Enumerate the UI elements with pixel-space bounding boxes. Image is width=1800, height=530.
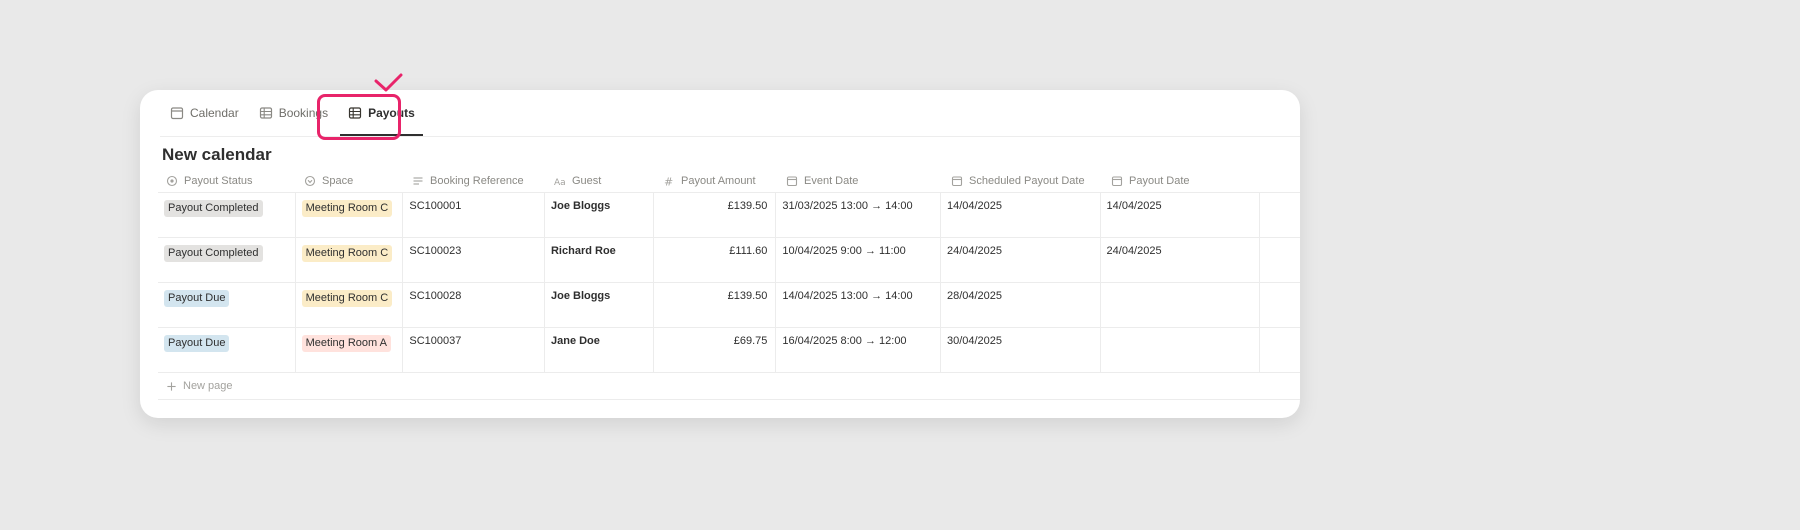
cell-payout-date[interactable] — [1101, 283, 1261, 327]
database-view-card: Calendar Bookings Payouts New calendar P… — [140, 90, 1300, 418]
cell-guest[interactable]: Joe Bloggs — [545, 283, 654, 327]
table-icon — [348, 107, 362, 119]
cell-space[interactable]: Meeting Room C — [296, 283, 404, 327]
column-header-booking-reference[interactable]: Booking Reference — [404, 170, 546, 192]
column-header-payout-status[interactable]: Payout Status — [158, 170, 296, 192]
cell-payout-status[interactable]: Payout Due — [158, 328, 296, 372]
cell-scheduled-payout-date[interactable]: 30/04/2025 — [941, 328, 1101, 372]
cell-space[interactable]: Meeting Room C — [296, 193, 404, 237]
cell-empty — [1260, 238, 1300, 282]
column-header-space[interactable]: Space — [296, 170, 404, 192]
cell-guest[interactable]: Richard Roe — [545, 238, 654, 282]
plus-icon — [167, 381, 176, 391]
cell-scheduled-payout-date[interactable]: 24/04/2025 — [941, 238, 1101, 282]
cell-payout-status[interactable]: Payout Due — [158, 283, 296, 327]
table-row[interactable]: Payout Completed Meeting Room C SC100023… — [158, 237, 1300, 282]
status-badge: Payout Due — [164, 335, 230, 352]
table-header: Payout Status Space Booking Reference Aa… — [158, 170, 1300, 192]
tab-label: Payouts — [368, 106, 415, 120]
space-tag: Meeting Room C — [301, 290, 393, 307]
payouts-table: Payout Status Space Booking Reference Aa… — [158, 170, 1300, 400]
cell-scheduled-payout-date[interactable]: 14/04/2025 — [941, 193, 1101, 237]
number-icon: # — [664, 176, 673, 188]
space-tag: Meeting Room C — [301, 200, 393, 217]
cell-payout-amount[interactable]: £69.75 — [654, 328, 777, 372]
status-badge: Payout Completed — [164, 200, 263, 217]
column-header-payout-date[interactable]: Payout Date — [1103, 170, 1263, 192]
cell-payout-date[interactable]: 24/04/2025 — [1101, 238, 1261, 282]
svg-text:Aa: Aa — [554, 178, 566, 187]
space-tag: Meeting Room A — [301, 335, 391, 352]
cell-event-date[interactable]: 31/03/2025 13:00 → 14:00 — [776, 193, 941, 237]
checkmark-icon — [374, 73, 403, 92]
status-icon — [166, 175, 178, 187]
cell-empty — [1260, 193, 1300, 237]
table-icon — [259, 107, 272, 119]
cell-space[interactable]: Meeting Room C — [296, 238, 404, 282]
cell-guest[interactable]: Joe Bloggs — [545, 193, 654, 237]
cell-booking-reference[interactable]: SC100023 — [403, 238, 545, 282]
tab-bookings[interactable]: Bookings — [249, 90, 338, 136]
tab-label: Calendar — [190, 106, 239, 120]
column-header-guest[interactable]: Aa Guest — [546, 170, 655, 192]
tab-payouts[interactable]: Payouts — [338, 90, 425, 136]
calendar-icon — [170, 107, 184, 120]
cell-payout-amount[interactable]: £111.60 — [654, 238, 777, 282]
date-icon — [786, 176, 798, 187]
select-icon — [304, 175, 316, 187]
cell-space[interactable]: Meeting Room A — [296, 328, 404, 372]
cell-payout-status[interactable]: Payout Completed — [158, 238, 296, 282]
view-tabs: Calendar Bookings Payouts — [160, 90, 1300, 136]
date-icon — [951, 176, 963, 187]
cell-payout-status[interactable]: Payout Completed — [158, 193, 296, 237]
column-header-scheduled-payout-date[interactable]: Scheduled Payout Date — [943, 170, 1103, 192]
tab-label: Bookings — [278, 106, 329, 120]
cell-event-date[interactable]: 10/04/2025 9:00 → 11:00 — [776, 238, 941, 282]
date-icon — [1111, 176, 1123, 187]
tabs-divider — [160, 136, 1300, 137]
column-header-event-date[interactable]: Event Date — [778, 170, 943, 192]
cell-payout-amount[interactable]: £139.50 — [654, 283, 777, 327]
cell-event-date[interactable]: 14/04/2025 13:00 → 14:00 — [776, 283, 941, 327]
cell-guest[interactable]: Jane Doe — [545, 328, 654, 372]
new-page-label: New page — [183, 380, 233, 392]
title-icon: Aa — [554, 178, 566, 187]
table-row[interactable]: Payout Completed Meeting Room C SC100001… — [158, 192, 1300, 237]
cell-booking-reference[interactable]: SC100037 — [403, 328, 545, 372]
cell-payout-amount[interactable]: £139.50 — [654, 193, 777, 237]
cell-event-date[interactable]: 16/04/2025 8:00 → 12:00 — [776, 328, 941, 372]
space-tag: Meeting Room C — [301, 245, 393, 262]
status-badge: Payout Completed — [164, 245, 263, 262]
svg-text:#: # — [664, 176, 673, 188]
cell-payout-date[interactable]: 14/04/2025 — [1101, 193, 1261, 237]
cell-booking-reference[interactable]: SC100001 — [403, 193, 545, 237]
new-page-button[interactable]: New page — [158, 372, 1300, 400]
status-badge: Payout Due — [164, 290, 230, 307]
cell-booking-reference[interactable]: SC100028 — [403, 283, 545, 327]
table-row[interactable]: Payout Due Meeting Room A SC100037 Jane … — [158, 327, 1300, 372]
view-title: New calendar — [162, 145, 272, 164]
text-icon — [413, 177, 423, 185]
cell-empty — [1260, 283, 1300, 327]
cell-payout-date[interactable] — [1101, 328, 1261, 372]
cell-empty — [1260, 328, 1300, 372]
cell-scheduled-payout-date[interactable]: 28/04/2025 — [941, 283, 1101, 327]
table-row[interactable]: Payout Due Meeting Room C SC100028 Joe B… — [158, 282, 1300, 327]
tab-calendar[interactable]: Calendar — [160, 90, 249, 136]
column-header-payout-amount[interactable]: # Payout Amount — [655, 170, 778, 192]
